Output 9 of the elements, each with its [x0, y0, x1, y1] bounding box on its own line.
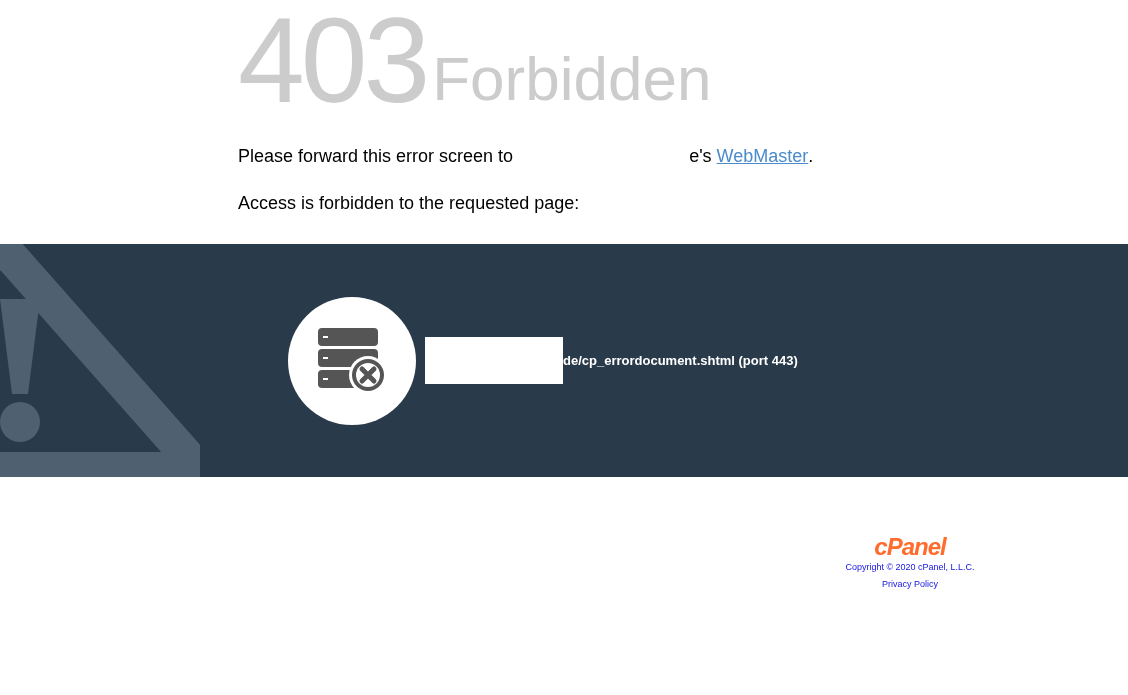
message-end: . [808, 144, 814, 168]
message-text: e's [689, 144, 712, 168]
message-text: Please forward this error screen to [238, 144, 514, 168]
copyright-text: Copyright © 2020 cPanel, L.L.C. [845, 561, 975, 574]
webmaster-link[interactable]: WebMaster [716, 142, 809, 170]
error-path: de/cp_errordocument.shtml (port 443) [563, 351, 798, 370]
cpanel-logo: cPanel [874, 535, 946, 559]
privacy-policy-link[interactable]: Privacy Policy [882, 577, 938, 591]
access-text: Access is forbidden to the requested page: [238, 192, 581, 215]
